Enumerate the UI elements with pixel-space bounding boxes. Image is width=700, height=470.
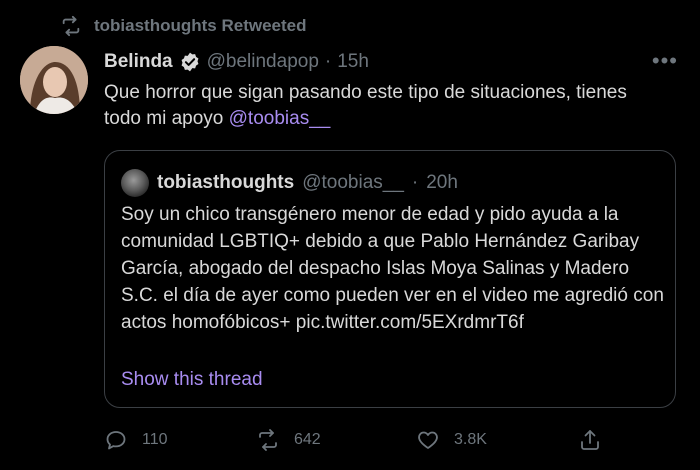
quoted-author-handle: @toobias__ (302, 172, 404, 193)
author-name[interactable]: Belinda (104, 51, 173, 73)
quoted-avatar (121, 169, 149, 197)
author-handle[interactable]: @belindapop (207, 51, 319, 73)
reply-count: 110 (142, 431, 168, 448)
retweeted-by-label[interactable]: tobiasthoughts Retweeted (94, 16, 307, 36)
mention-link[interactable]: @toobias__ (229, 108, 331, 129)
tweet-timestamp[interactable]: 15h (337, 51, 369, 73)
tweet-text: Que horror que sigan pasando este tipo d… (104, 82, 627, 129)
quoted-tweet-header: tobiasthoughts @toobias__ · 20h (121, 169, 458, 197)
retweet-icon (62, 15, 80, 37)
reply-icon (106, 431, 126, 450)
tweet-actions: 110 642 3.8K (104, 428, 604, 456)
retweet-icon (259, 429, 277, 451)
avatar-photo (20, 46, 88, 114)
quoted-separator: · (411, 172, 419, 193)
tweet-body: Que horror que sigan pasando este tipo d… (104, 80, 664, 132)
like-button[interactable]: 3.8K (416, 428, 487, 452)
heart-icon (418, 431, 438, 449)
tweet-header: Belinda @belindapop · 15h (104, 51, 369, 73)
retweet-context: tobiasthoughts Retweeted (60, 15, 307, 37)
header-separator: · (324, 51, 332, 72)
quoted-tweet[interactable]: tobiasthoughts @toobias__ · 20h Soy un c… (104, 150, 676, 408)
like-count: 3.8K (454, 431, 487, 448)
show-thread-link[interactable]: Show this thread (121, 369, 263, 391)
share-button[interactable] (578, 428, 602, 452)
quoted-author-name: tobiasthoughts (157, 172, 295, 193)
avatar[interactable] (20, 46, 88, 114)
quoted-tweet-text: Soy un chico transgénero menor de edad y… (121, 204, 664, 333)
retweet-button[interactable]: 642 (256, 428, 321, 452)
share-icon (581, 430, 599, 450)
more-options-icon[interactable]: ••• (652, 48, 678, 74)
retweet-count: 642 (294, 431, 321, 448)
reply-button[interactable]: 110 (104, 428, 168, 452)
quoted-timestamp: 20h (426, 172, 458, 193)
verified-badge-icon (179, 51, 201, 73)
